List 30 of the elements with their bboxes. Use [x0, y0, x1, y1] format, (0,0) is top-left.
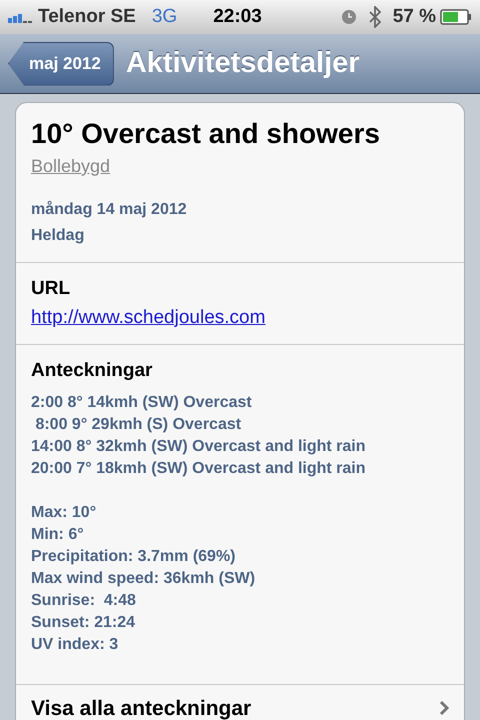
- chevron-icon: [439, 700, 449, 716]
- summary-line: UV index: 3: [31, 634, 120, 654]
- forecast-line: 8:00 9° 29kmh (S) Overcast: [34, 414, 242, 434]
- back-button[interactable]: maj 2012: [8, 42, 114, 86]
- summary-line: Sunset: 21:24: [31, 612, 136, 632]
- screen-title: Aktivitetsdetaljer: [126, 46, 360, 81]
- event-date: måndag 14 maj 2012: [31, 200, 188, 220]
- clock-icon: [340, 9, 357, 25]
- summary-line: Min: 6°: [31, 524, 85, 544]
- status-time: 22:03: [213, 4, 262, 29]
- network-type: 3G: [152, 4, 178, 29]
- notes-label: Anteckningar: [31, 359, 154, 383]
- event-title: 10° Overcast and showers: [31, 117, 381, 151]
- show-all-notes-row[interactable]: Visa alla anteckningar: [16, 684, 464, 720]
- event-duration: Heldag: [31, 226, 86, 246]
- signal-icon: [8, 11, 34, 23]
- forecast-line: 2:00 8° 14kmh (SW) Overcast: [31, 392, 253, 412]
- battery-icon: [440, 9, 472, 25]
- url-link[interactable]: http://www.schedjoules.com: [31, 304, 266, 332]
- bluetooth-icon: [368, 6, 381, 28]
- forecast-line: 14:00 8° 32kmh (SW) Overcast and light rain: [31, 436, 367, 456]
- summary-line: Precipitation: 3.7mm (69%): [31, 546, 236, 566]
- summary-line: Max wind speed: 36kmh (SW): [31, 568, 256, 588]
- battery-percent: 57 %: [392, 4, 436, 29]
- event-location: Bollebygd: [31, 155, 110, 178]
- forecast-line: 20:00 7° 18kmh (SW) Overcast and light rain: [31, 458, 367, 478]
- summary-line: Sunrise: 4:48: [31, 590, 137, 610]
- carrier-name: Telenor SE: [38, 4, 136, 29]
- url-label: URL: [31, 277, 72, 301]
- summary-line: Max: 10°: [31, 502, 98, 522]
